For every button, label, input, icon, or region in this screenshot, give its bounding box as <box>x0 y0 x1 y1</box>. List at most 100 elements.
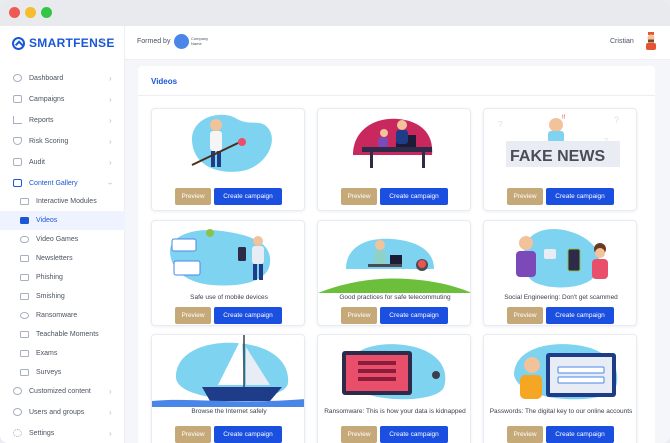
sidebar-item-content-gallery[interactable]: Content Gallery › <box>0 173 125 193</box>
video-thumbnail <box>353 118 433 168</box>
sidebar-subitem-label: Videos <box>36 217 58 224</box>
brand-logo-icon <box>12 36 25 50</box>
create-campaign-button[interactable]: Create campaign <box>380 426 448 443</box>
preview-button[interactable]: Preview <box>341 188 377 205</box>
create-campaign-button[interactable]: Create campaign <box>546 188 614 205</box>
collapse-sidebar-icon[interactable]: ‹ <box>101 35 105 47</box>
sidebar-item-label: Reports <box>29 116 54 124</box>
formed-by-label: Formed by <box>137 38 171 45</box>
sidebar-item-dashboard[interactable]: Dashboard › <box>0 68 125 88</box>
preview-button[interactable]: Preview <box>175 426 211 443</box>
sidebar-subitem-video-games[interactable]: Video Games <box>0 230 125 249</box>
chevron-right-icon: › <box>109 73 112 83</box>
preview-button[interactable]: Preview <box>341 307 377 324</box>
sidebar-subitem-exams[interactable]: Exams <box>0 344 125 363</box>
user-name[interactable]: Cristian <box>610 38 634 45</box>
preview-button[interactable]: Preview <box>175 307 211 324</box>
video-card[interactable]: Social Engineering: Don't get scammed Pr… <box>483 220 637 326</box>
sidebar-subitem-interactive-modules[interactable]: Interactive Modules <box>0 192 125 211</box>
sidebar-subitem-teachable-moments[interactable]: Teachable Moments <box>0 325 125 344</box>
video-thumbnail <box>318 238 470 293</box>
gamepad-icon <box>20 236 29 243</box>
sidebar-subitem-label: Video Games <box>36 236 79 243</box>
video-title: Ransomware: This is how your data is kid… <box>324 408 466 415</box>
sidebar-subitem-label: Smishing <box>36 293 65 300</box>
preview-button[interactable]: Preview <box>341 426 377 443</box>
survey-icon <box>20 369 29 376</box>
maximize-window-button[interactable] <box>41 7 52 18</box>
sidebar: SMARTFENSE ‹ Dashboard › Campaigns › Rep… <box>0 26 125 443</box>
sidebar-subitem-ransomware[interactable]: Ransomware <box>0 306 125 325</box>
page-title: Videos <box>151 77 178 86</box>
create-campaign-button[interactable]: Create campaign <box>214 188 282 205</box>
user-avatar[interactable] <box>643 32 659 50</box>
sidebar-item-customized-content[interactable]: Customized content › <box>0 381 125 401</box>
newsletter-icon <box>20 255 29 262</box>
videos-panel: Videos Preview Create campaign Preview C… <box>138 66 655 443</box>
video-card[interactable]: Safe use of mobile devices Preview Creat… <box>151 220 305 326</box>
svg-text:!!: !! <box>562 115 566 121</box>
chevron-down-icon: › <box>105 181 115 185</box>
sidebar-item-label: Campaigns <box>29 95 65 103</box>
sidebar-item-risk-scoring[interactable]: Risk Scoring › <box>0 131 125 151</box>
video-icon <box>20 217 29 224</box>
create-campaign-button[interactable]: Create campaign <box>546 307 614 324</box>
sidebar-item-campaigns[interactable]: Campaigns › <box>0 89 125 109</box>
sidebar-item-label: Settings <box>29 429 55 437</box>
plus-circle-icon <box>13 387 22 395</box>
sidebar-subitem-newsletters[interactable]: Newsletters <box>0 249 125 268</box>
close-window-button[interactable] <box>9 7 20 18</box>
video-thumbnail <box>170 229 271 286</box>
create-campaign-button[interactable]: Create campaign <box>546 426 614 443</box>
mail-icon <box>20 274 29 281</box>
brand-logo[interactable]: SMARTFENSE <box>12 36 115 50</box>
create-campaign-button[interactable]: Create campaign <box>380 307 448 324</box>
sidebar-subitem-label: Interactive Modules <box>36 198 97 205</box>
sidebar-subitem-videos[interactable]: Videos <box>0 211 125 230</box>
create-campaign-button[interactable]: Create campaign <box>214 307 282 324</box>
top-bar: Formed by Company Name Cristian <box>125 26 670 60</box>
minimize-window-button[interactable] <box>25 7 36 18</box>
exam-icon <box>20 350 29 357</box>
sidebar-subitem-surveys[interactable]: Surveys <box>0 363 125 382</box>
sidebar-subitem-label: Teachable Moments <box>36 331 99 338</box>
sidebar-subitem-label: Newsletters <box>36 255 73 262</box>
preview-button[interactable]: Preview <box>507 307 543 324</box>
calendar-icon <box>13 95 22 103</box>
app-window: SMARTFENSE ‹ Dashboard › Campaigns › Rep… <box>0 0 670 443</box>
sidebar-item-label: Users and groups <box>29 408 85 416</box>
video-card[interactable]: ? ? ? !! FAKE NEWS Preview Create campai… <box>483 108 637 211</box>
video-card[interactable]: Ransomware: This is how your data is kid… <box>317 334 471 443</box>
sidebar-item-audit[interactable]: Audit › <box>0 152 125 172</box>
video-title: Social Engineering: Don't get scammed <box>504 294 618 301</box>
sidebar-subitem-label: Surveys <box>36 369 62 376</box>
preview-button[interactable]: Preview <box>175 188 211 205</box>
sidebar-item-users-and-groups[interactable]: Users and groups › <box>0 402 125 422</box>
company-logo-icon <box>174 34 189 49</box>
svg-text:?: ? <box>498 120 503 129</box>
video-card[interactable]: Preview Create campaign <box>317 108 471 211</box>
gallery-icon <box>13 179 22 187</box>
users-icon <box>13 408 22 416</box>
sidebar-subitem-phishing[interactable]: Phishing <box>0 268 125 287</box>
sidebar-item-label: Content Gallery <box>29 179 78 187</box>
create-campaign-button[interactable]: Create campaign <box>214 426 282 443</box>
sidebar-item-label: Risk Scoring <box>29 137 69 145</box>
video-card[interactable]: Browse the Internet safely Preview Creat… <box>151 334 305 443</box>
line-chart-icon <box>13 116 22 124</box>
video-card[interactable]: Good practices for safe telecommuting Pr… <box>317 220 471 326</box>
create-campaign-button[interactable]: Create campaign <box>380 188 448 205</box>
preview-button[interactable]: Preview <box>507 426 543 443</box>
video-title: Safe use of mobile devices <box>190 294 268 301</box>
sidebar-item-settings[interactable]: Settings › <box>0 423 125 443</box>
shield-icon <box>13 137 22 145</box>
video-card[interactable]: Preview Create campaign <box>151 108 305 211</box>
video-card[interactable]: Passwords: The digital key to our online… <box>483 334 637 443</box>
main-content: Videos Preview Create campaign Preview C… <box>125 60 670 443</box>
sidebar-item-reports[interactable]: Reports › <box>0 110 125 130</box>
sidebar-subitem-smishing[interactable]: Smishing <box>0 287 125 306</box>
clipboard-icon <box>13 158 22 166</box>
preview-button[interactable]: Preview <box>507 188 543 205</box>
video-thumbnail <box>342 344 446 400</box>
chevron-right-icon: › <box>109 407 112 417</box>
